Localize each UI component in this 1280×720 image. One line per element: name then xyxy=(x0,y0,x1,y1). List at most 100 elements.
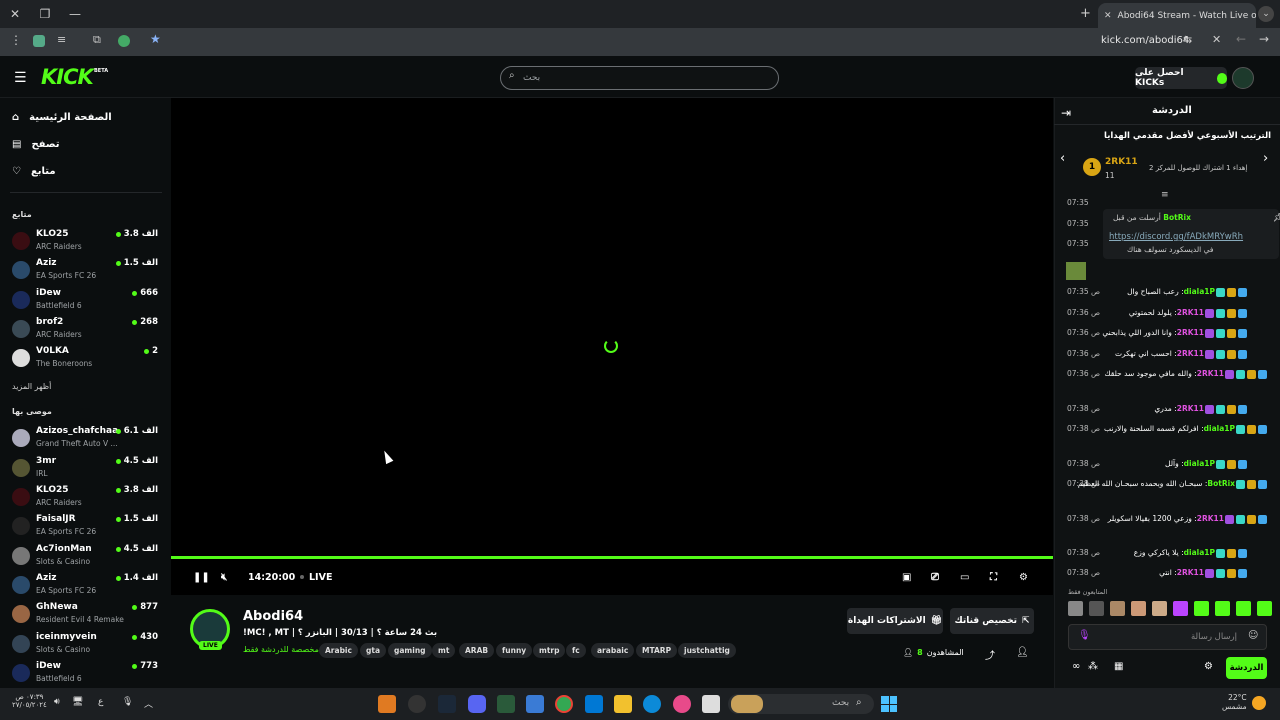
following-channel[interactable]: iDew Battlefield 6 666 xyxy=(12,288,162,316)
show-more-link[interactable]: أظهر المزيد xyxy=(12,382,51,391)
extension-icon[interactable] xyxy=(33,35,45,47)
store-icon[interactable] xyxy=(585,695,603,713)
mute-icon[interactable]: 🔇︎ xyxy=(221,572,227,583)
tray-chevron-icon[interactable]: ︿ xyxy=(144,697,153,710)
tag-chip[interactable]: gta xyxy=(360,643,387,658)
tag-chip[interactable]: ARAB xyxy=(459,643,495,658)
collapse-chat-icon[interactable]: ⇥ xyxy=(1061,106,1071,120)
profile-icon[interactable] xyxy=(118,35,130,47)
close-window-icon[interactable]: ✕ xyxy=(0,0,30,28)
steam-icon[interactable] xyxy=(438,695,456,713)
start-windows-icon[interactable] xyxy=(881,696,897,712)
pinned-link[interactable]: https://discord.gg/fADkMRYwRh xyxy=(1109,232,1243,242)
new-tab-button[interactable]: + xyxy=(1080,6,1091,21)
follow-icon[interactable]: 👤︎ xyxy=(1016,647,1029,658)
top-gifter-name[interactable]: 2RK11 xyxy=(1105,157,1138,167)
gifted-subs-button[interactable]: الاشتراكات الهداة 🎁︎ xyxy=(847,608,943,634)
extensions-puzzle-icon[interactable]: ⧉ xyxy=(93,33,101,47)
taskbar-app-icon[interactable] xyxy=(378,695,396,713)
recommended-channel[interactable]: Ac7ionMan Slots & Casino 4.5 الف xyxy=(12,544,162,572)
nav-home[interactable]: ⌂ الصفحة الرئيسية xyxy=(12,112,112,123)
chat-input[interactable] xyxy=(1068,624,1267,650)
recommended-channel[interactable]: KLO25 ARC Raiders 3.8 الف xyxy=(12,485,162,513)
taskbar-app-icon[interactable] xyxy=(497,695,515,713)
microphone-icon[interactable]: 🎙︎ xyxy=(1078,630,1091,641)
emote-icon[interactable] xyxy=(1173,601,1188,616)
recommended-channel[interactable]: Aziz EA Sports FC 26 1.4 الف xyxy=(12,573,162,601)
network-icon[interactable]: 🖥︎ xyxy=(72,697,83,707)
taskbar-app-icon[interactable] xyxy=(408,695,426,713)
following-channel[interactable]: KLO25 ARC Raiders 3.8 الف xyxy=(12,229,162,257)
following-channel[interactable]: V0LKA The Boneroons 2 xyxy=(12,346,162,374)
emote-icon[interactable] xyxy=(1110,601,1125,616)
minimize-window-icon[interactable]: — xyxy=(60,0,90,28)
tag-chip[interactable]: Arabic xyxy=(319,643,358,658)
menu-dots-icon[interactable]: ⋮ xyxy=(10,33,22,47)
taskbar-app-icon[interactable] xyxy=(526,695,544,713)
emote-icon[interactable] xyxy=(1257,601,1272,616)
recommended-channel[interactable]: 3mr IRL 4.5 الف xyxy=(12,456,162,484)
weather-widget[interactable]: 22°C مشمس xyxy=(1222,693,1247,711)
chat-filter-icon[interactable]: ≡ xyxy=(1161,190,1169,200)
reader-icon[interactable]: ≡ xyxy=(57,33,66,46)
prev-arrow-icon[interactable]: ‹ xyxy=(1060,151,1065,166)
tag-chip[interactable]: mtrp xyxy=(533,643,566,658)
copilot-icon[interactable] xyxy=(673,695,691,713)
progress-bar[interactable] xyxy=(171,556,1053,559)
volume-icon[interactable]: 🔊︎ xyxy=(54,697,60,707)
kick-logo[interactable]: KICK xyxy=(41,65,94,89)
browser-tab[interactable]: ✕ Abodi64 Stream - Watch Live o xyxy=(1098,3,1256,28)
mic-tray-icon[interactable]: 🎙︎ xyxy=(122,697,133,707)
tag-chip[interactable]: gaming xyxy=(388,643,432,658)
bookmark-star-icon[interactable]: ★ xyxy=(150,32,161,46)
streamer-name[interactable]: Abodi64 xyxy=(243,609,303,624)
recommended-channel[interactable]: iDew Battlefield 6 773 xyxy=(12,661,162,689)
address-bar[interactable]: kick.com/abodi64 xyxy=(1101,35,1189,46)
nav-following[interactable]: ♡ متابع xyxy=(12,166,56,177)
file-explorer-icon[interactable] xyxy=(614,695,632,713)
chat-settings-icon[interactable]: ⚙ xyxy=(1204,661,1213,672)
restore-window-icon[interactable]: ❐ xyxy=(30,0,60,28)
tab-close-icon[interactable]: ✕ xyxy=(1104,11,1112,21)
emote-icon[interactable] xyxy=(1236,601,1251,616)
user-avatar[interactable] xyxy=(1232,67,1254,89)
edge-icon[interactable] xyxy=(643,695,661,713)
following-channel[interactable]: brof2 ARC Raiders 268 xyxy=(12,317,162,345)
tag-chip[interactable]: MTARP xyxy=(636,643,678,658)
back-icon[interactable]: → xyxy=(1259,32,1269,46)
emote-icon[interactable] xyxy=(1215,601,1230,616)
tag-chip[interactable]: funny xyxy=(496,643,533,658)
emote-icon[interactable] xyxy=(1152,601,1167,616)
search-input[interactable]: بحث xyxy=(500,66,779,90)
emote-icon[interactable] xyxy=(1089,601,1104,616)
taskbar-app-icon[interactable] xyxy=(702,695,720,713)
settings-gear-icon[interactable]: ⚙ xyxy=(1019,572,1028,583)
tag-chip[interactable]: fc xyxy=(566,643,586,658)
recommended-channel[interactable]: iceinmyvein Slots & Casino 430 xyxy=(12,632,162,660)
get-kicks-button[interactable]: احصل على KICKs xyxy=(1135,67,1227,89)
emote-icon[interactable] xyxy=(1068,601,1083,616)
language-indicator[interactable]: ع xyxy=(98,697,103,707)
next-arrow-icon[interactable]: › xyxy=(1263,151,1268,166)
recommended-channel[interactable]: FaisalJR EA Sports FC 26 1.5 الف xyxy=(12,514,162,542)
send-chat-button[interactable]: الدردشة xyxy=(1226,657,1267,679)
chat-emote-picker-icon[interactable]: ⁂ xyxy=(1088,661,1098,672)
emoji-icon[interactable]: ☺ xyxy=(1248,630,1258,641)
stop-loading-icon[interactable]: ✕ xyxy=(1212,33,1221,46)
pause-icon[interactable]: ❚❚ xyxy=(193,572,210,583)
recommended-channel[interactable]: GhNewa Resident Evil 4 Remake 877 xyxy=(12,602,162,630)
recommended-channel[interactable]: Azizos_chafchaa Grand Theft Auto V ... 6.1… xyxy=(12,426,162,454)
miniplayer-icon[interactable]: ▭ xyxy=(960,572,969,583)
forward-icon[interactable]: ← xyxy=(1236,32,1246,46)
tag-chip[interactable]: justchattig xyxy=(678,643,736,658)
emote-icon[interactable] xyxy=(1131,601,1146,616)
chat-users-icon[interactable]: ∞ xyxy=(1072,661,1080,672)
hamburger-menu-icon[interactable]: ☰ xyxy=(14,70,27,86)
clip-icon[interactable]: ⎚ xyxy=(931,572,939,583)
nav-browse[interactable]: ▤ تصفح xyxy=(12,139,59,150)
tab-search-icon[interactable]: ⌄ xyxy=(1258,6,1274,22)
emote-icon[interactable] xyxy=(1194,601,1209,616)
following-channel[interactable]: Aziz EA Sports FC 26 1.5 الف xyxy=(12,258,162,286)
chat-store-icon[interactable]: ▦ xyxy=(1114,661,1123,672)
fullscreen-icon[interactable]: ⛶ xyxy=(990,572,997,583)
